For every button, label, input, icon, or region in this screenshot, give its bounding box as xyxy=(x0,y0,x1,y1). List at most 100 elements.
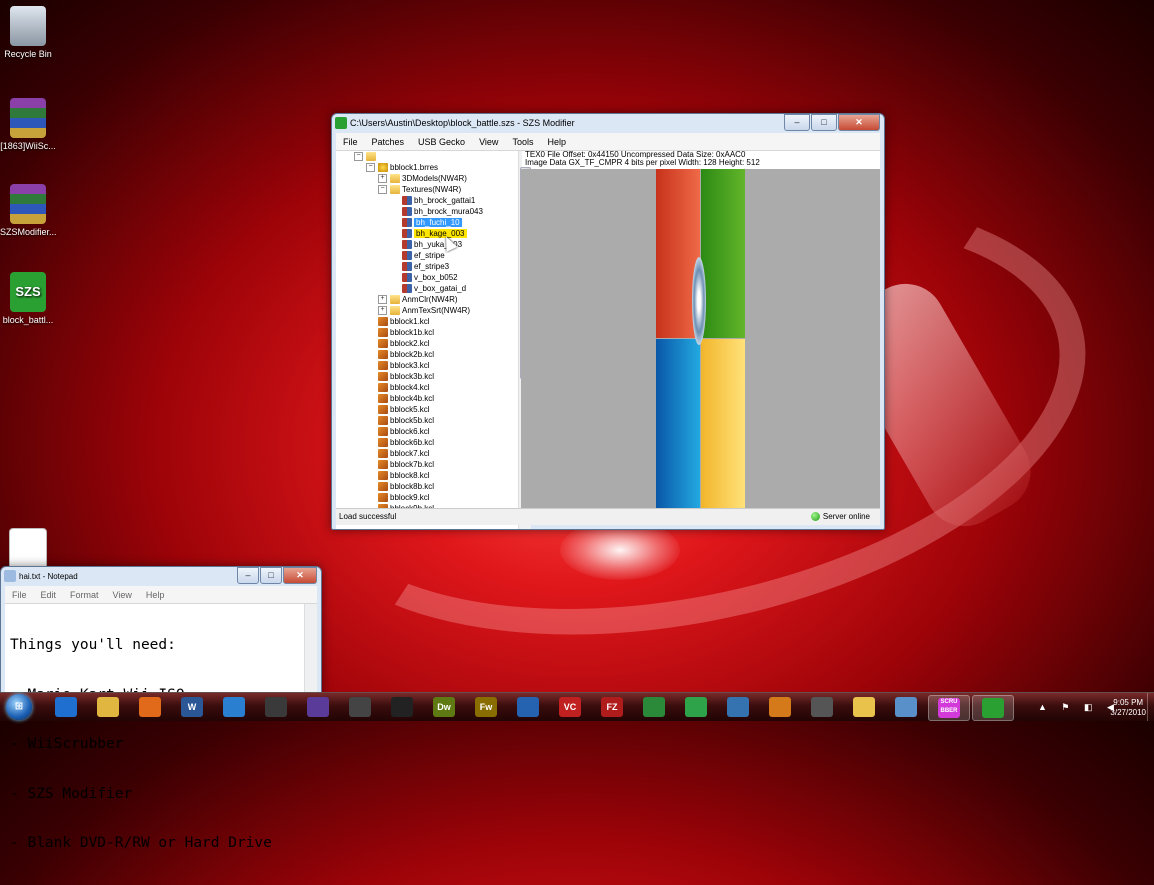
close-button[interactable]: ✕ xyxy=(283,567,317,584)
tree-node-kcl[interactable]: bblock7.kcl xyxy=(378,448,430,459)
text-line: - WiiScrubber xyxy=(10,736,124,752)
tree-node-3dmodels[interactable]: +3DModels(NW4R) xyxy=(378,173,467,184)
desktop-icon-block-battle[interactable]: SZS block_battl... xyxy=(0,272,56,325)
expand-icon[interactable]: + xyxy=(378,295,387,305)
tree-node-kcl[interactable]: bblock7b.kcl xyxy=(378,459,434,470)
taskbar-app-button[interactable] xyxy=(130,695,170,719)
menu-file[interactable]: File xyxy=(336,137,365,147)
tree-node-texture[interactable]: bh_kage_003 xyxy=(402,228,467,239)
dreamweaver-icon: Dw xyxy=(433,697,455,717)
tree-node-kcl[interactable]: bblock1.kcl xyxy=(378,316,430,327)
menu-view[interactable]: View xyxy=(472,137,505,147)
expand-icon[interactable]: + xyxy=(378,306,387,316)
taskbar-app-button[interactable] xyxy=(718,695,758,719)
tree-node-kcl[interactable]: bblock4b.kcl xyxy=(378,393,434,404)
menu-file[interactable]: File xyxy=(5,590,34,600)
taskbar-app-button[interactable]: Dw xyxy=(424,695,464,719)
taskbar-app-button[interactable]: SCRU BBER xyxy=(928,695,970,721)
taskbar-app-button[interactable] xyxy=(844,695,884,719)
menu-usb-gecko[interactable]: USB Gecko xyxy=(411,137,472,147)
minimize-button[interactable]: – xyxy=(784,114,810,131)
taskbar-app-button[interactable]: FZ xyxy=(592,695,632,719)
tree-node-kcl[interactable]: bblock3b.kcl xyxy=(378,371,434,382)
taskbar-app-button[interactable] xyxy=(88,695,128,719)
taskbar-app-button[interactable] xyxy=(634,695,674,719)
szs-file-icon: SZS xyxy=(10,272,46,312)
tree-node-kcl[interactable]: bblock9.kcl xyxy=(378,492,430,503)
tree-node-anmtexsrt[interactable]: + AnmTexSrt(NW4R) xyxy=(378,305,470,316)
taskbar-app-button[interactable] xyxy=(214,695,254,719)
tree-node-kcl[interactable]: bblock8b.kcl xyxy=(378,481,434,492)
tree-node-kcl[interactable]: bblock5b.kcl xyxy=(378,415,434,426)
taskbar-app-button[interactable] xyxy=(340,695,380,719)
taskbar-app-button[interactable] xyxy=(760,695,800,719)
texture-icon xyxy=(402,196,412,206)
expand-icon[interactable]: + xyxy=(378,174,387,184)
taskbar-app-button[interactable] xyxy=(802,695,842,719)
tree-node-kcl[interactable]: bblock6.kcl xyxy=(378,426,430,437)
menu-tools[interactable]: Tools xyxy=(505,137,540,147)
desktop-icon-recycle-bin[interactable]: Recycle Bin xyxy=(0,6,56,59)
taskbar-app-button[interactable]: VC xyxy=(550,695,590,719)
tree-node-texture[interactable]: v_box_b052 xyxy=(402,272,458,283)
tree-node-kcl[interactable]: bblock8.kcl xyxy=(378,470,430,481)
tree-node-texture[interactable]: bh_brock_mura043 xyxy=(402,206,483,217)
tree-node-kcl[interactable]: bblock2b.kcl xyxy=(378,349,434,360)
notepad-scrollbar[interactable] xyxy=(304,604,317,693)
tree-node-kcl[interactable]: bblock5.kcl xyxy=(378,404,430,415)
taskbar-app-button[interactable]: Fw xyxy=(466,695,506,719)
show-desktop-button[interactable] xyxy=(1147,693,1154,721)
taskbar-app-button[interactable]: W xyxy=(172,695,212,719)
tray-icons[interactable]: ▲ ⚑ ◧ ◀ xyxy=(1038,702,1120,713)
kcl-file-icon xyxy=(378,416,388,426)
taskbar-app-button[interactable] xyxy=(886,695,926,719)
tree-node-kcl[interactable]: bblock1b.kcl xyxy=(378,327,434,338)
menu-patches[interactable]: Patches xyxy=(365,137,412,147)
minimize-button[interactable]: – xyxy=(237,567,259,584)
tree-node-kcl[interactable]: bblock6b.kcl xyxy=(378,437,434,448)
tree-label: bblock6b.kcl xyxy=(390,438,435,447)
tree-node-brres[interactable]: − bblock1.brres xyxy=(366,162,438,173)
clock[interactable]: 9:05 PM 3/27/2010 xyxy=(1110,698,1146,718)
menu-format[interactable]: Format xyxy=(63,590,106,600)
taskbar-app-button[interactable] xyxy=(256,695,296,719)
tree-node-texture[interactable]: ef_stripe3 xyxy=(402,261,449,272)
tree-node-textures[interactable]: − Textures(NW4R) xyxy=(378,184,461,195)
menu-help[interactable]: Help xyxy=(139,590,172,600)
tree-node-kcl[interactable]: bblock4.kcl xyxy=(378,382,430,393)
maximize-button[interactable]: □ xyxy=(811,114,837,131)
texture-quad-blue xyxy=(656,339,700,508)
tree-label: v_box_b052 xyxy=(414,273,458,282)
tree-node-kcl[interactable]: bblock2.kcl xyxy=(378,338,430,349)
notepad-window: hai.txt - Notepad – □ ✕ File Edit Format… xyxy=(0,566,322,851)
taskbar-app-button[interactable] xyxy=(676,695,716,719)
desktop-icon-wiiscrubber[interactable]: [1863]WiiSc... xyxy=(0,98,56,151)
taskbar-app-button[interactable] xyxy=(382,695,422,719)
collapse-icon[interactable]: − xyxy=(366,163,375,173)
window-titlebar[interactable]: C:\Users\Austin\Desktop\block_battle.szs… xyxy=(332,114,884,133)
taskbar-app-button[interactable] xyxy=(298,695,338,719)
start-button[interactable]: ⊞ xyxy=(6,694,32,720)
notepad-text-area[interactable]: Things you'll need: - Mario Kart Wii ISO… xyxy=(10,604,301,885)
tree-node-texture[interactable]: v_box_gatai_d xyxy=(402,283,466,294)
tree-root[interactable]: − xyxy=(354,151,378,162)
tree-node-texture[interactable]: bh_brock_gattai1 xyxy=(402,195,475,206)
close-button[interactable]: ✕ xyxy=(838,114,880,131)
tree-node-texture-selected[interactable]: bh_fuchi_10 xyxy=(402,217,462,228)
menu-help[interactable]: Help xyxy=(540,137,573,147)
menu-edit[interactable]: Edit xyxy=(34,590,64,600)
taskbar-app-button[interactable] xyxy=(972,695,1014,721)
tree-node-texture[interactable]: ef_stripe xyxy=(402,250,445,261)
collapse-icon[interactable]: − xyxy=(378,185,387,195)
taskbar-app-button[interactable] xyxy=(508,695,548,719)
tree-node-anmclr[interactable]: + AnmClr(NW4R) xyxy=(378,294,458,305)
maximize-button[interactable]: □ xyxy=(260,567,282,584)
kcl-file-icon xyxy=(378,482,388,492)
desktop-icon-szsmodifier[interactable]: SZSModifier... xyxy=(0,184,57,237)
taskbar-app-button[interactable] xyxy=(46,695,86,719)
collapse-icon[interactable]: − xyxy=(354,152,363,162)
window-titlebar[interactable]: hai.txt - Notepad – □ ✕ xyxy=(1,567,321,586)
tree-node-kcl[interactable]: bblock3.kcl xyxy=(378,360,430,371)
tree-label: bblock7.kcl xyxy=(390,449,430,458)
menu-view[interactable]: View xyxy=(106,590,139,600)
